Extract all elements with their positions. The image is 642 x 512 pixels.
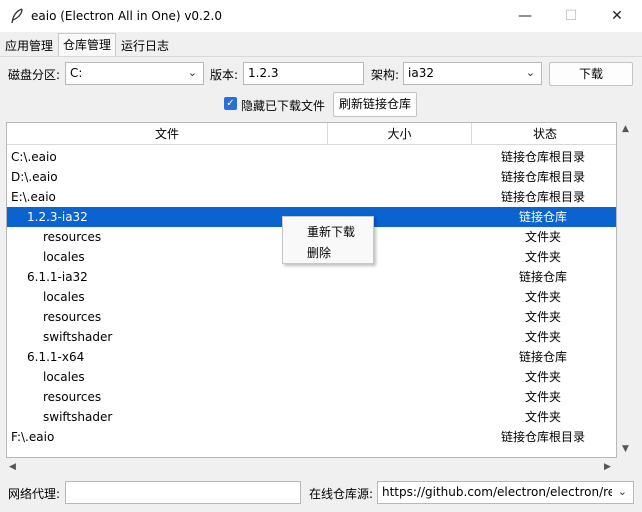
tree-row-status: 文件夹: [524, 290, 561, 304]
tree-row-status: 链接仓库: [518, 270, 567, 284]
tree-row-status: 链接仓库根目录: [500, 430, 585, 444]
chevron-down-icon: ⌄: [525, 66, 535, 79]
check-icon: ✓: [226, 98, 235, 109]
menu-item-redownload[interactable]: 重新下载: [307, 223, 355, 240]
tree-row-name: F:\.eaio: [11, 430, 55, 444]
scroll-right-icon[interactable]: ▶: [604, 462, 611, 472]
proxy-label: 网络代理:: [8, 487, 61, 501]
column-header-size[interactable]: 大小: [328, 123, 472, 145]
tree-row-status: 文件夹: [524, 230, 561, 244]
tree-row-name: E:\.eaio: [11, 190, 56, 204]
tree-row[interactable]: C:\.eaio 链接仓库根目录: [7, 147, 616, 167]
arch-select-value: ia32: [408, 66, 434, 80]
disk-label: 磁盘分区:: [8, 68, 61, 82]
tab-app-management[interactable]: 应用管理: [0, 35, 58, 57]
tree-row-status: 文件夹: [524, 370, 561, 384]
tree-row-status: 链接仓库: [518, 350, 567, 364]
tab-bar: 应用管理 仓库管理 运行日志: [0, 33, 174, 57]
tree-row-status: 文件夹: [524, 330, 561, 344]
refresh-repo-button[interactable]: 刷新链接仓库: [333, 92, 417, 117]
menu-item-delete[interactable]: 删除: [307, 244, 331, 261]
tree-row-name: C:\.eaio: [11, 150, 57, 164]
vertical-scrollbar[interactable]: ▲ ▼: [618, 122, 634, 458]
source-select-value: https://github.com/electron/electron/rel…: [382, 485, 612, 499]
tree-row-name: 6.1.1-ia32: [27, 270, 88, 284]
tree-row[interactable]: swiftshader 文件夹: [7, 327, 616, 347]
tab-run-log[interactable]: 运行日志: [116, 35, 174, 57]
tree-header: 文件 大小 状态: [7, 123, 616, 145]
scroll-down-icon[interactable]: ▼: [622, 444, 629, 454]
maximize-icon: ☐: [564, 8, 578, 24]
tree-row[interactable]: 6.1.1-x64 链接仓库: [7, 347, 616, 367]
tree-row-name: locales: [43, 250, 85, 264]
arch-select[interactable]: ia32 ⌄: [403, 62, 542, 85]
tree-row[interactable]: D:\.eaio 链接仓库根目录: [7, 167, 616, 187]
maximize-button[interactable]: ☐: [548, 0, 594, 32]
tab-repo-management[interactable]: 仓库管理: [58, 33, 117, 57]
tree-row[interactable]: swiftshader 文件夹: [7, 407, 616, 427]
column-header-file[interactable]: 文件: [7, 123, 328, 145]
version-label: 版本:: [210, 68, 239, 82]
source-label: 在线仓库源:: [309, 487, 374, 501]
window-title: eaio (Electron All in One) v0.2.0: [31, 9, 222, 23]
tree-row-name: swiftshader: [43, 330, 113, 344]
context-menu: 重新下载 删除: [282, 216, 374, 264]
network-settings-row: 网络代理: 在线仓库源: https://github.com/electron…: [0, 481, 642, 505]
horizontal-scrollbar[interactable]: ◀ ▶: [6, 460, 617, 476]
source-select[interactable]: https://github.com/electron/electron/rel…: [377, 481, 634, 504]
minimize-icon: —: [518, 8, 532, 24]
tree-row-status: 文件夹: [524, 390, 561, 404]
repo-options-row: ✓ 隐藏已下载文件 刷新链接仓库: [0, 92, 642, 118]
tree-row-name: swiftshader: [43, 410, 113, 424]
scroll-left-icon[interactable]: ◀: [9, 462, 16, 472]
feather-icon: [11, 8, 23, 24]
tree-row[interactable]: resources 文件夹: [7, 307, 616, 327]
tree-row-status: 链接仓库根目录: [500, 150, 585, 164]
tree-row-name: locales: [43, 370, 85, 384]
close-button[interactable]: ✕: [594, 0, 640, 32]
disk-select[interactable]: C: ⌄: [65, 62, 204, 85]
hide-downloaded-label: 隐藏已下载文件: [241, 99, 326, 113]
tree-row-name: D:\.eaio: [11, 170, 58, 184]
disk-select-value: C:: [70, 66, 83, 80]
tree-row[interactable]: F:\.eaio 链接仓库根目录: [7, 427, 616, 447]
title-bar: eaio (Electron All in One) v0.2.0 — ☐ ✕: [0, 0, 642, 32]
tree-row-status: 文件夹: [524, 310, 561, 324]
tree-row-status: 文件夹: [524, 250, 561, 264]
tab-divider: [0, 56, 642, 57]
close-icon: ✕: [611, 8, 623, 24]
tree-row-name: resources: [43, 390, 102, 404]
download-options-row: 磁盘分区: C: ⌄ 版本: 1.2.3 架构: ia32 ⌄ 下载: [0, 62, 642, 86]
column-header-status[interactable]: 状态: [472, 123, 616, 145]
repo-tree: 文件 大小 状态 C:\.eaio 链接仓库根目录 D:\.eaio 链接仓库根目录 E…: [6, 122, 617, 458]
tree-row-name: locales: [43, 290, 85, 304]
tree-row[interactable]: E:\.eaio 链接仓库根目录: [7, 187, 616, 207]
tree-row[interactable]: locales 文件夹: [7, 367, 616, 387]
tree-row-name: resources: [43, 310, 102, 324]
tree-row[interactable]: locales 文件夹: [7, 287, 616, 307]
tree-row-name: resources: [43, 230, 102, 244]
proxy-input[interactable]: [65, 481, 301, 504]
chevron-down-icon: ⌄: [187, 66, 197, 79]
minimize-button[interactable]: —: [502, 0, 548, 32]
download-button[interactable]: 下载: [549, 62, 633, 86]
version-input-value: 1.2.3: [248, 66, 279, 80]
arch-label: 架构:: [371, 68, 400, 82]
chevron-down-icon: ⌄: [615, 485, 627, 498]
tree-row-status: 文件夹: [524, 410, 561, 424]
hide-downloaded-checkbox[interactable]: ✓: [224, 97, 237, 110]
tree-row-status: 链接仓库根目录: [500, 190, 585, 204]
tree-row-status: 链接仓库根目录: [500, 170, 585, 184]
tree-row-status: 链接仓库: [518, 210, 567, 224]
tree-row[interactable]: 6.1.1-ia32 链接仓库: [7, 267, 616, 287]
tree-row-name: 6.1.1-x64: [27, 350, 85, 364]
tree-row[interactable]: resources 文件夹: [7, 387, 616, 407]
version-input[interactable]: 1.2.3: [243, 62, 364, 85]
tree-row-name: 1.2.3-ia32: [27, 210, 88, 224]
scroll-up-icon[interactable]: ▲: [622, 124, 629, 134]
tree-rows: C:\.eaio 链接仓库根目录 D:\.eaio 链接仓库根目录 E:\.eaio 链接…: [7, 147, 616, 447]
